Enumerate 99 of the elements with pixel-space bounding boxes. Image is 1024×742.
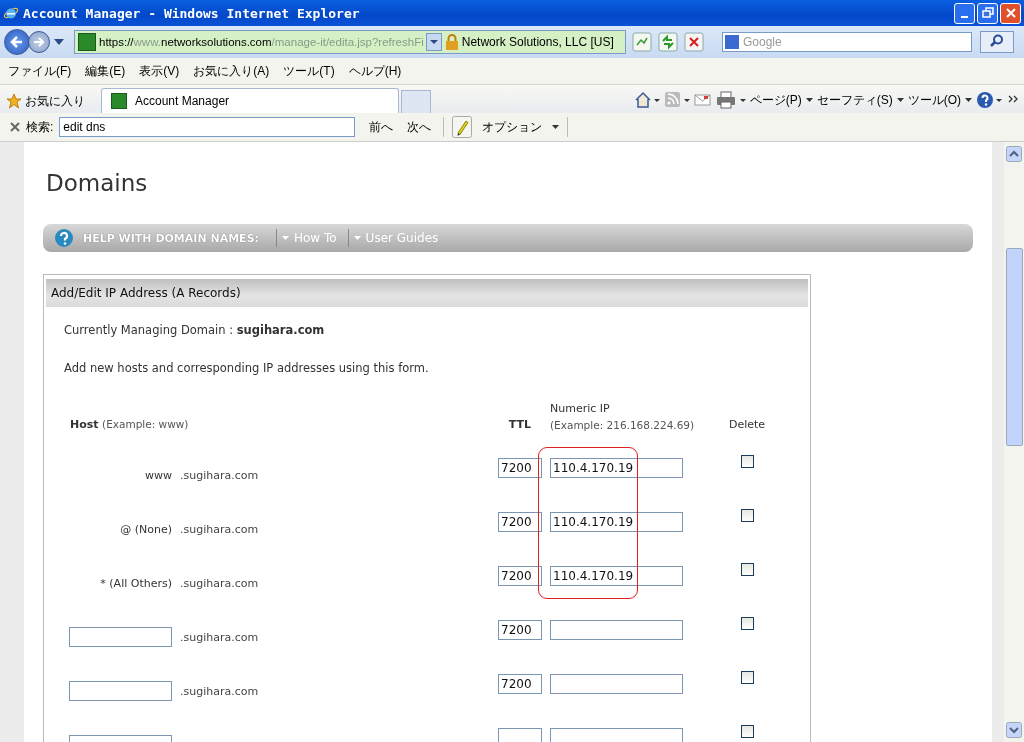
domain-suffix: .sugihara.com <box>180 521 259 536</box>
delete-checkbox[interactable] <box>740 725 754 738</box>
column-hint: (Example: 216.168.224.69) <box>550 418 695 433</box>
compatibility-icon[interactable] <box>632 32 652 52</box>
domain-suffix: .sugihara.com <box>180 683 259 698</box>
refresh-icon[interactable] <box>658 32 678 52</box>
menu-item[interactable]: お気に入り(A) <box>193 62 270 80</box>
restore-button[interactable] <box>977 2 998 24</box>
ip-field[interactable]: 110.4.170.19 <box>550 458 683 478</box>
url-text: /manage-it/edita.jsp?refreshFi <box>271 36 424 48</box>
ip-field[interactable] <box>550 728 683 742</box>
certificate-label[interactable]: Network Solutions, LLC [US] <box>461 35 614 49</box>
ttl-field[interactable] <box>498 728 542 742</box>
search-provider-icon <box>725 35 739 49</box>
domain-suffix: .sugihara.com <box>180 467 259 482</box>
caret-icon[interactable] <box>552 124 560 130</box>
site-icon <box>111 93 127 109</box>
chevron-icon[interactable] <box>1008 95 1020 105</box>
ttl-field[interactable]: 7200 <box>498 674 542 694</box>
options-button[interactable]: オプション <box>478 118 547 136</box>
browser-logo-icon <box>3 5 19 21</box>
menu-item[interactable]: 編集(E) <box>85 62 126 80</box>
url-text: www. <box>133 36 161 48</box>
previous-button[interactable]: 前へ <box>365 118 398 136</box>
domain-suffix: .sugihara.com <box>180 629 259 644</box>
host-field[interactable] <box>69 681 172 701</box>
search-button[interactable] <box>980 31 1014 53</box>
help-icon[interactable] <box>976 91 1004 109</box>
feed-icon[interactable] <box>663 91 690 109</box>
dropdown-caret-icon[interactable] <box>54 38 64 46</box>
ip-field[interactable] <box>550 620 683 640</box>
menu-item[interactable]: ファイル(F) <box>8 62 72 80</box>
column-header: Delete <box>728 417 766 433</box>
search-field[interactable]: Google <box>722 32 972 52</box>
mail-icon[interactable] <box>693 91 712 109</box>
minimize-button[interactable] <box>954 2 975 24</box>
scroll-down-icon[interactable] <box>1006 722 1022 738</box>
next-button[interactable]: 次へ <box>403 118 436 136</box>
ttl-field[interactable]: 7200 <box>498 512 542 532</box>
caret-icon[interactable] <box>896 97 904 103</box>
close-icon <box>1004 7 1017 19</box>
url-text: https:// <box>99 36 134 48</box>
close-button[interactable] <box>1000 2 1021 24</box>
host-field[interactable] <box>69 627 172 647</box>
back-button[interactable] <box>4 29 30 55</box>
ttl-field[interactable]: 7200 <box>498 620 542 640</box>
vertical-scrollbar[interactable] <box>1004 142 1024 742</box>
find-label: 検索: <box>26 118 54 136</box>
stop-icon[interactable] <box>684 32 704 52</box>
caret-icon[interactable] <box>965 97 972 103</box>
column-header: Numeric IP <box>550 401 610 417</box>
restore-icon <box>981 7 994 19</box>
printer-icon[interactable] <box>715 91 746 109</box>
minimize-icon <box>961 15 968 18</box>
host-name: www <box>145 467 172 482</box>
favorites-button[interactable]: お気に入り <box>25 89 101 113</box>
ip-field[interactable]: 110.4.170.19 <box>550 512 683 532</box>
delete-checkbox[interactable] <box>740 455 754 468</box>
command-menu[interactable]: ツール(O) <box>907 91 961 109</box>
help-icon <box>54 228 74 248</box>
column-header: Host (Example: www) <box>69 417 189 433</box>
delete-checkbox[interactable] <box>740 509 754 522</box>
home-icon[interactable] <box>633 91 660 109</box>
menu-item[interactable]: 表示(V) <box>139 62 180 80</box>
browser-tab[interactable]: Account Manager <box>101 88 399 113</box>
search-icon <box>990 33 1004 48</box>
star-icon[interactable] <box>6 93 22 109</box>
scroll-up-icon[interactable] <box>1006 146 1022 162</box>
delete-checkbox[interactable] <box>740 563 754 576</box>
caret-icon[interactable] <box>805 97 813 103</box>
delete-checkbox[interactable] <box>740 671 754 684</box>
ttl-field[interactable]: 7200 <box>498 566 542 586</box>
panel-title: Add/Edit IP Address (A Records) <box>46 279 808 307</box>
ip-field[interactable]: 110.4.170.19 <box>550 566 683 586</box>
menu-item[interactable]: ヘルプ(H) <box>348 62 402 80</box>
highlight-pen-icon[interactable] <box>452 116 473 138</box>
command-menu[interactable]: ページ(P) <box>749 91 802 109</box>
domain-suffix: .sugihara.com <box>180 575 259 590</box>
intro-text: Add new hosts and corresponding IP addresses using this form. <box>64 361 430 377</box>
ttl-field[interactable]: 7200 <box>498 458 542 478</box>
page-heading: Domains <box>46 170 149 198</box>
ip-field[interactable] <box>550 674 683 694</box>
command-menu[interactable]: セーフティ(S) <box>816 91 893 109</box>
help-label: HELP WITH DOMAIN NAMES: <box>83 231 259 245</box>
scroll-thumb[interactable] <box>1005 248 1023 446</box>
dropdown-caret-icon[interactable] <box>425 33 442 51</box>
host-name: @ (None) <box>120 521 172 536</box>
find-field[interactable]: edit dns <box>59 117 356 137</box>
column-header: TTL <box>508 417 532 433</box>
managing-domain-text: Currently Managing Domain : sugihara.com <box>64 323 326 339</box>
host-name: * (All Others) <box>100 575 172 590</box>
forward-button[interactable] <box>28 31 50 53</box>
address-field[interactable]: https://www.networksolutions.com/manage-it/edita.jsp?refreshFi Network Solutions, LLC [US] <box>74 30 626 54</box>
delete-checkbox[interactable] <box>740 617 754 630</box>
site-icon <box>78 33 96 51</box>
window-title: Account Manager - Windows Internet Explorer <box>23 5 361 21</box>
url-text: networksolutions.com <box>161 36 272 48</box>
menu-item[interactable]: ツール(T) <box>283 62 335 80</box>
close-icon[interactable] <box>10 122 20 132</box>
